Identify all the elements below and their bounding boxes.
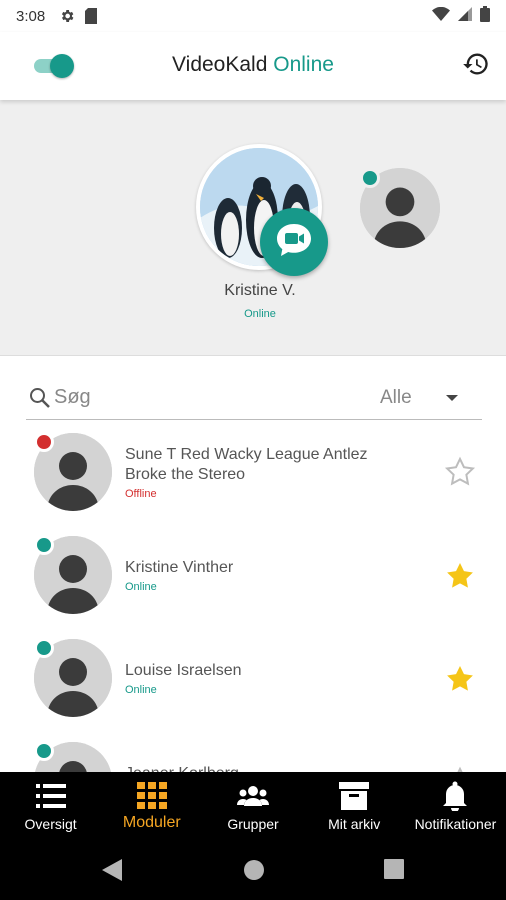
tab-oversigt[interactable]: Oversigt xyxy=(0,772,101,840)
tab-label: Notifikationer xyxy=(414,816,497,832)
page-title: VideoKald Online xyxy=(0,53,506,77)
tab-grupper[interactable]: Grupper xyxy=(202,772,303,840)
tab-label: Grupper xyxy=(227,816,279,832)
online-status-dot xyxy=(34,741,54,761)
status-bar: 3:08 xyxy=(0,0,506,32)
title-main: VideoKald xyxy=(172,53,268,76)
bell-icon xyxy=(442,780,468,812)
online-status-dot xyxy=(34,638,54,658)
list-item[interactable]: Kristine Vinther Online xyxy=(0,523,506,626)
bottom-nav: Oversigt Moduler Grupper Mit arkiv Notif… xyxy=(0,772,506,840)
grid-icon xyxy=(136,780,167,812)
star-outline-icon[interactable] xyxy=(443,765,477,772)
search-icon xyxy=(28,386,52,415)
star-filled-icon[interactable] xyxy=(443,559,477,593)
featured-panel: Kristine V. Online xyxy=(0,100,506,356)
featured-status: Online xyxy=(244,308,276,320)
battery-icon xyxy=(480,6,490,26)
contact-name: Jeaner Korlberg xyxy=(125,764,405,772)
video-call-button[interactable] xyxy=(260,208,328,276)
group-icon xyxy=(237,780,269,812)
tab-notifikationer[interactable]: Notifikationer xyxy=(405,772,506,840)
search-bar[interactable]: Søg Alle xyxy=(26,376,482,420)
list-item[interactable]: Louise Israelsen Online xyxy=(0,626,506,729)
search-input[interactable]: Søg xyxy=(54,386,91,409)
tab-label: Oversigt xyxy=(24,816,77,832)
chevron-down-icon[interactable] xyxy=(446,395,458,401)
filter-select[interactable]: Alle xyxy=(380,387,412,409)
archive-icon xyxy=(339,780,370,812)
list-icon xyxy=(35,780,66,812)
list-item[interactable]: Jeaner Korlberg xyxy=(0,729,506,772)
tab-mit-arkiv[interactable]: Mit arkiv xyxy=(304,772,405,840)
online-status-dot xyxy=(360,168,380,188)
wifi-icon xyxy=(432,6,450,25)
video-call-icon xyxy=(274,220,314,265)
tab-moduler[interactable]: Moduler xyxy=(101,772,202,840)
settings-gear-icon xyxy=(59,8,75,24)
online-status-dot xyxy=(34,535,54,555)
tab-label: Mit arkiv xyxy=(328,816,381,832)
back-icon[interactable] xyxy=(102,859,122,886)
cell-signal-icon xyxy=(458,7,472,25)
title-status: Online xyxy=(273,53,334,76)
recents-icon[interactable] xyxy=(384,859,404,884)
contact-name: Sune T Red Wacky League Antlez Broke the… xyxy=(125,446,368,483)
contact-status: Online xyxy=(125,684,157,696)
star-filled-icon[interactable] xyxy=(443,662,477,696)
tab-label: Moduler xyxy=(122,814,181,831)
contact-status: Online xyxy=(125,581,157,593)
app-bar: VideoKald Online xyxy=(0,32,506,100)
featured-name: Kristine V. xyxy=(224,282,296,299)
contact-list: Sune T Red Wacky League Antlez Broke the… xyxy=(0,420,506,772)
history-icon[interactable] xyxy=(462,50,490,78)
home-icon[interactable] xyxy=(243,859,265,886)
contact-name: Louise Israelsen xyxy=(125,662,242,679)
star-outline-icon[interactable] xyxy=(443,455,477,489)
contact-name: Kristine Vinther xyxy=(125,559,234,576)
sd-card-icon xyxy=(85,8,98,24)
list-item[interactable]: Sune T Red Wacky League Antlez Broke the… xyxy=(0,420,506,523)
system-nav-bar xyxy=(0,840,506,900)
status-time: 3:08 xyxy=(16,7,46,25)
offline-status-dot xyxy=(34,432,54,452)
contact-status: Offline xyxy=(125,488,157,500)
